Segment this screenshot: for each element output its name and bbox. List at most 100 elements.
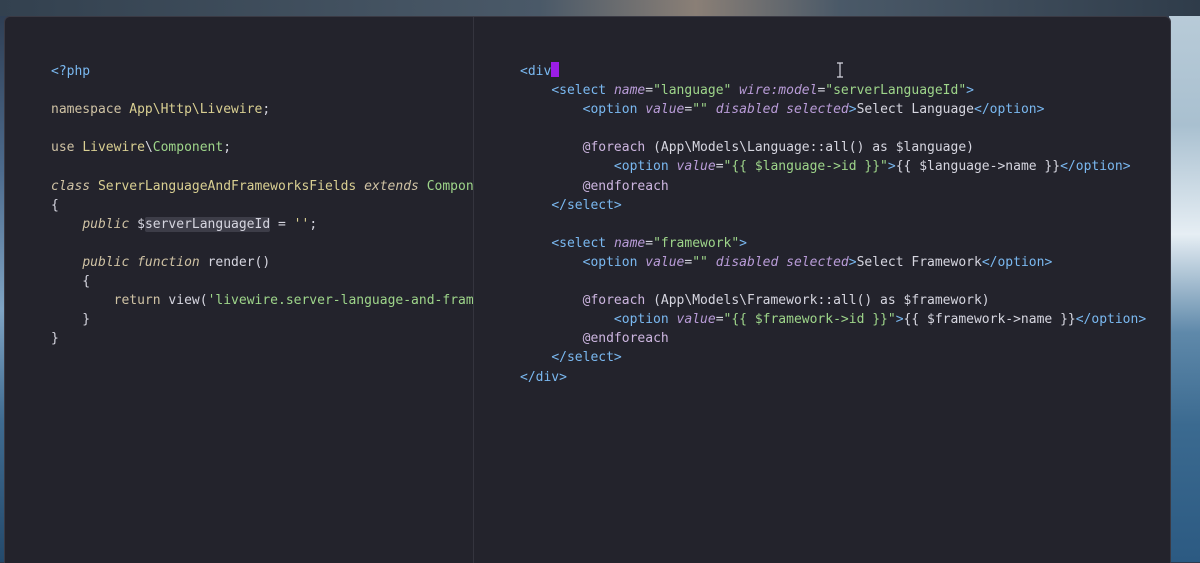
editor-pane-blade[interactable]: <div <select name="language" wire:model=…: [474, 17, 1170, 563]
code-line[interactable]: }: [51, 310, 473, 329]
code-token: =: [270, 216, 294, 232]
code-line[interactable]: @foreach (App\Models\Framework::all() as…: [520, 291, 1146, 310]
code-line[interactable]: <option value="{{ $framework->id }}">{{ …: [520, 310, 1146, 329]
code-line[interactable]: </select>: [520, 196, 1146, 215]
code-line[interactable]: public function render(): [51, 253, 473, 272]
code-line[interactable]: class ServerLanguageAndFrameworksFields …: [51, 177, 473, 196]
code-token: '': [293, 216, 310, 232]
code-token: ;: [309, 216, 318, 232]
code-line[interactable]: @endforeach: [520, 177, 1146, 196]
code-token: "": [692, 102, 716, 118]
code-token: {{ $language->name }}: [895, 159, 1061, 175]
code-token: }: [51, 331, 59, 347]
code-token: >: [895, 312, 904, 328]
code-token: render(): [207, 254, 271, 270]
code-token: "{{ $framework->id }}": [723, 312, 896, 328]
code-token: >: [887, 159, 896, 175]
code-token: use: [51, 140, 83, 156]
code-line[interactable]: </select>: [520, 348, 1146, 367]
code-token: name: [613, 83, 646, 99]
code-line[interactable]: }: [51, 329, 473, 348]
code-token: ServerLanguageAndFrameworksFields: [97, 178, 365, 194]
code-line[interactable]: <option value="" disabled selected>Selec…: [520, 253, 1146, 272]
code-token: }: [51, 312, 91, 328]
code-line[interactable]: return view('livewire.server-language-an…: [51, 291, 473, 310]
code-line[interactable]: [520, 119, 1146, 138]
code-line[interactable]: [520, 272, 1146, 291]
code-token: return: [113, 293, 169, 309]
code-token: <option: [613, 159, 677, 175]
code-token: value: [676, 159, 716, 175]
code-line[interactable]: @foreach (App\Models\Language::all() as …: [520, 138, 1146, 157]
code-line[interactable]: [51, 81, 473, 100]
code-line[interactable]: {: [51, 272, 473, 291]
code-token: view(: [168, 293, 208, 309]
editor-pane-php[interactable]: <?php namespace App\Http\Livewire; use L…: [5, 17, 473, 563]
code-token: value: [645, 102, 685, 118]
code-line[interactable]: <select name="language" wire:model="serv…: [520, 81, 1146, 100]
code-token: <option: [582, 254, 646, 270]
code-token: name: [613, 235, 646, 251]
code-line[interactable]: [51, 119, 473, 138]
code-line[interactable]: use Livewire\Component;: [51, 138, 473, 157]
code-line[interactable]: <select name="framework">: [520, 234, 1146, 253]
code-line[interactable]: {: [51, 196, 473, 215]
code-token: Component: [426, 178, 473, 194]
desktop-background-top: [0, 0, 1200, 16]
code-token: Component: [152, 140, 224, 156]
code-token: {: [51, 274, 91, 290]
code-line[interactable]: <div: [520, 62, 1146, 81]
code-line[interactable]: public $serverLanguageId = '';: [51, 215, 473, 234]
code-token: </div>: [520, 369, 567, 385]
code-token: Livewire: [82, 140, 145, 156]
code-token: extends: [364, 178, 427, 194]
code-token: "": [692, 254, 716, 270]
code-token: Select Language: [856, 102, 974, 118]
code-token: </option>: [1060, 159, 1131, 175]
code-token: ;: [223, 140, 232, 156]
code-token: "{{ $language->id }}": [723, 159, 888, 175]
code-line[interactable]: <option value="{{ $language->id }}">{{ $…: [520, 157, 1146, 176]
code-token: <option: [613, 312, 677, 328]
code-editor-window: <?php namespace App\Http\Livewire; use L…: [4, 16, 1171, 563]
code-token: <select: [551, 235, 614, 251]
code-token: serverLanguageId: [144, 216, 271, 232]
code-token: "framework": [653, 235, 740, 251]
code-token: "serverLanguageId": [825, 83, 967, 99]
code-token: =: [715, 312, 724, 328]
code-token: </select>: [551, 197, 622, 213]
code-token: <select: [551, 83, 614, 99]
code-token: >: [966, 83, 974, 99]
code-token: >: [848, 254, 857, 270]
code-line[interactable]: namespace App\Http\Livewire;: [51, 100, 473, 119]
code-line[interactable]: @endforeach: [520, 329, 1146, 348]
code-token: "language": [653, 83, 740, 99]
code-line[interactable]: </div>: [520, 368, 1146, 387]
code-token: value: [645, 254, 685, 270]
code-token: Select Framework: [856, 254, 982, 270]
code-token: function: [137, 254, 208, 270]
code-line[interactable]: [51, 157, 473, 176]
code-line[interactable]: [51, 234, 473, 253]
code-token: @endforeach: [582, 331, 669, 347]
code-line[interactable]: <?php: [51, 62, 473, 81]
code-token: {: [51, 197, 59, 213]
code-token: >: [848, 102, 857, 118]
code-line[interactable]: <option value="" disabled selected>Selec…: [520, 100, 1146, 119]
code-token: disabled selected: [715, 102, 849, 118]
code-token: <?php: [51, 64, 91, 79]
code-token: @endforeach: [582, 178, 669, 194]
code-line[interactable]: [520, 215, 1146, 234]
